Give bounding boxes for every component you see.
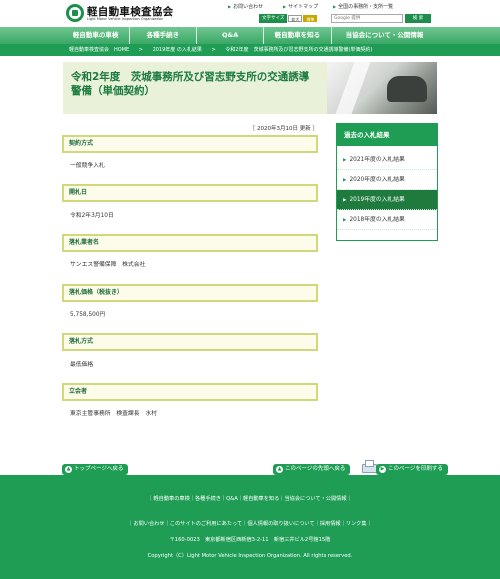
section-value-witness: 東京主管事務所 検査課長 水村 — [70, 411, 157, 417]
nav-item-qa[interactable]: Q&A — [197, 27, 265, 44]
site-logo[interactable]: 軽自動車検査協会 Light Motor Vehicle Inspection … — [66, 4, 173, 24]
section-heading-award-method: 落札方式 — [62, 333, 318, 351]
breadcrumb-separator: > — [211, 47, 216, 53]
breadcrumb-year[interactable]: 2019年度 の入札結果 — [153, 47, 202, 53]
section-heading-contract-method: 契約方式 — [62, 135, 318, 153]
arrow-up-icon: ▲ — [276, 466, 283, 473]
breadcrumb: 軽自動車検査協会 HOME > 2019年度 の入札結果 > 令和2年度 茨城事… — [0, 44, 500, 56]
nav-item-inspection[interactable]: 軽自動車の車検 — [63, 27, 130, 44]
updated-date: ［ 2020年3月10日 更新 ］ — [249, 126, 318, 132]
sidebar-item-2018[interactable]: ▶ 2018年度の入札結果 — [337, 210, 437, 230]
site-search: 検 索 — [331, 14, 431, 23]
section-value-contract-method: 一般競争入札 — [70, 163, 105, 169]
nav-item-about-association[interactable]: 当協会について・公開情報 — [332, 27, 438, 44]
logo-mark-icon — [66, 4, 84, 22]
print-page-button[interactable]: ▶ このページを印刷する — [376, 464, 448, 475]
breadcrumb-home[interactable]: 軽自動車検査協会 HOME — [69, 47, 129, 53]
sidebar-item-2021[interactable]: ▶ 2021年度の入札結果 — [337, 150, 437, 170]
footer-copyright: Copyright（C）Light Motor Vehicle Inspecti… — [147, 553, 353, 559]
logo-text-en: Light Motor Vehicle Inspection Organizat… — [87, 17, 164, 21]
footer-address: 〒160-0023 東京都新宿区西新宿3-2-11 新宿三井ビル2号館15階 — [169, 537, 331, 543]
header-link-offices[interactable]: ▶ 全国の事務所・支所一覧 — [333, 3, 393, 10]
page-top-button[interactable]: ▲ このページの先頭へ戻る — [273, 464, 351, 475]
arrow-right-icon: ▶ — [343, 218, 347, 223]
page-title-banner: 令和2年度 茨城事務所及び習志野支所の交通誘導警備（単価契約） — [63, 62, 437, 114]
section-heading-winning-bidder: 落札業者名 — [62, 234, 318, 252]
font-size-label: 文字サイズ — [259, 14, 288, 23]
sidebar-item-2020[interactable]: ▶ 2020年度の入札結果 — [337, 170, 437, 190]
header-link-sitemap[interactable]: ▶ サイトマップ — [283, 3, 318, 10]
nav-item-about-vehicles[interactable]: 軽自動車を知る — [264, 27, 332, 44]
footer-info-links[interactable]: ｜お問い合わせ｜このサイトのご利用にあたって｜個人情報の取り扱いについて｜採用情… — [0, 520, 500, 527]
search-button[interactable]: 検 索 — [405, 14, 431, 23]
section-heading-witness: 立会者 — [62, 383, 318, 401]
section-heading-opening-date: 開札日 — [62, 184, 318, 202]
font-size-switcher: 文字サイズ 拡大 標準 — [259, 14, 318, 23]
search-input[interactable] — [331, 14, 403, 23]
breadcrumb-separator: > — [138, 47, 143, 53]
arrow-right-icon: ▶ — [343, 158, 347, 163]
section-heading-winning-price: 落札価格（税抜き） — [62, 284, 318, 302]
section-value-award-method: 最低価格 — [70, 362, 94, 368]
arrow-right-icon: ▶ — [343, 178, 347, 183]
section-value-winning-price: 5,758,500円 — [70, 312, 106, 318]
nav-item-procedures[interactable]: 各種手続き — [130, 27, 197, 44]
sidebar-heading: 過去の入札結果 — [337, 124, 437, 146]
section-value-opening-date: 令和2年3月10日 — [70, 213, 114, 219]
site-footer: ｜軽自動車の車検｜各種手続き｜Q&A｜軽自動車を知る｜当協会について・公開情報｜… — [0, 475, 500, 579]
arrow-right-icon: ▶ — [343, 198, 347, 203]
past-results-sidebar: 過去の入札結果 ▶ 2021年度の入札結果 ▶ 2020年度の入札結果 ▶ 2019年… — [336, 123, 438, 241]
page-title: 令和2年度 茨城事務所及び習志野支所の交通誘導警備（単価契約） — [71, 71, 310, 97]
sidebar-item-2019[interactable]: ▶ 2019年度の入札結果 — [337, 190, 437, 210]
arrow-right-icon: ▶ — [283, 4, 287, 9]
back-to-top-page-button[interactable]: ▲ トップページへ戻る — [62, 464, 129, 475]
breadcrumb-current: 令和2年度 茨城事務所及び習志野支所の交通誘導警備(単価契約) — [225, 47, 373, 53]
arrow-right-icon: ▶ — [379, 466, 386, 473]
arrow-up-icon: ▲ — [65, 466, 72, 473]
title-banner-image — [327, 62, 437, 114]
arrow-right-icon: ▶ — [228, 4, 232, 9]
font-size-standard-button[interactable]: 標準 — [303, 15, 318, 22]
font-size-large-button[interactable]: 拡大 — [288, 15, 303, 22]
arrow-right-icon: ▶ — [333, 4, 337, 9]
global-nav: 軽自動車の車検 各種手続き Q&A 軽自動車を知る 当協会について・公開情報 — [0, 27, 500, 44]
section-value-winning-bidder: サンエス警備保障 株式会社 — [70, 262, 146, 268]
header-link-contact[interactable]: ▶ お問い合わせ — [228, 3, 263, 10]
printer-icon — [360, 460, 377, 473]
footer-nav-links[interactable]: ｜軽自動車の車検｜各種手続き｜Q&A｜軽自動車を知る｜当協会について・公開情報｜ — [0, 495, 500, 502]
site-header: 軽自動車検査協会 Light Motor Vehicle Inspection … — [0, 0, 500, 27]
